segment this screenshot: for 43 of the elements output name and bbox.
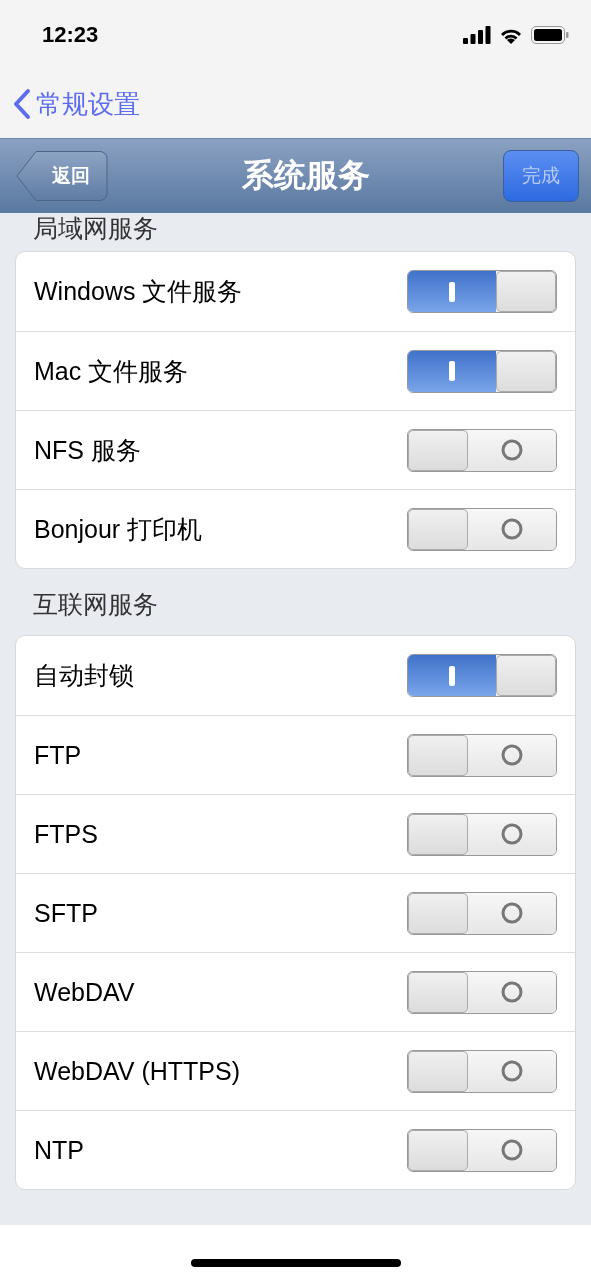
section-header: 局域网服务 (32, 213, 159, 244)
setting-label: SFTP (34, 898, 98, 928)
on-mark-icon (449, 281, 455, 302)
signal-icon (463, 26, 491, 44)
back-link[interactable]: 常规设置 (12, 86, 140, 122)
off-mark-icon (501, 518, 523, 540)
toggle-switch[interactable] (407, 1049, 557, 1093)
toggle-switch[interactable] (407, 428, 557, 472)
off-mark-icon (501, 823, 523, 845)
toggle-switch[interactable] (407, 891, 557, 935)
status-time: 12:23 (42, 22, 99, 48)
setting-label: Bonjour 打印机 (34, 513, 203, 545)
off-mark-icon (501, 981, 523, 1003)
off-mark-icon (501, 1139, 523, 1161)
done-button[interactable]: 完成 (503, 150, 579, 202)
setting-label: Mac 文件服务 (34, 355, 189, 387)
setting-label: FTPS (34, 819, 98, 849)
setting-label: NTP (34, 1135, 84, 1165)
back-button[interactable]: 返回 (16, 150, 108, 202)
off-mark-icon (501, 1060, 523, 1082)
setting-label: FTP (34, 740, 82, 770)
setting-label: WebDAV (HTTPS) (34, 1056, 241, 1086)
chevron-left-icon (12, 88, 32, 120)
toggle-switch[interactable] (407, 507, 557, 551)
toggle-switch[interactable] (407, 970, 557, 1014)
setting-label: NFS 服务 (34, 434, 141, 466)
toggle-switch[interactable] (407, 270, 557, 313)
toggle-switch[interactable] (407, 812, 557, 856)
off-mark-icon (501, 439, 523, 461)
toggle-switch[interactable] (407, 733, 557, 777)
section-header: 互联网服务 (32, 589, 159, 620)
off-mark-icon (501, 902, 523, 924)
page-title: 系统服务 (240, 156, 371, 195)
setting-label: WebDAV (34, 977, 135, 1007)
on-mark-icon (449, 665, 455, 686)
setting-label: 自动封锁 (34, 660, 134, 691)
off-mark-icon (501, 744, 523, 766)
toggle-switch[interactable] (407, 349, 557, 393)
toggle-switch[interactable] (407, 654, 557, 697)
toggle-switch[interactable] (407, 1128, 557, 1172)
setting-label: Windows 文件服务 (34, 276, 243, 307)
battery-icon (531, 26, 569, 44)
on-mark-icon (449, 361, 455, 381)
